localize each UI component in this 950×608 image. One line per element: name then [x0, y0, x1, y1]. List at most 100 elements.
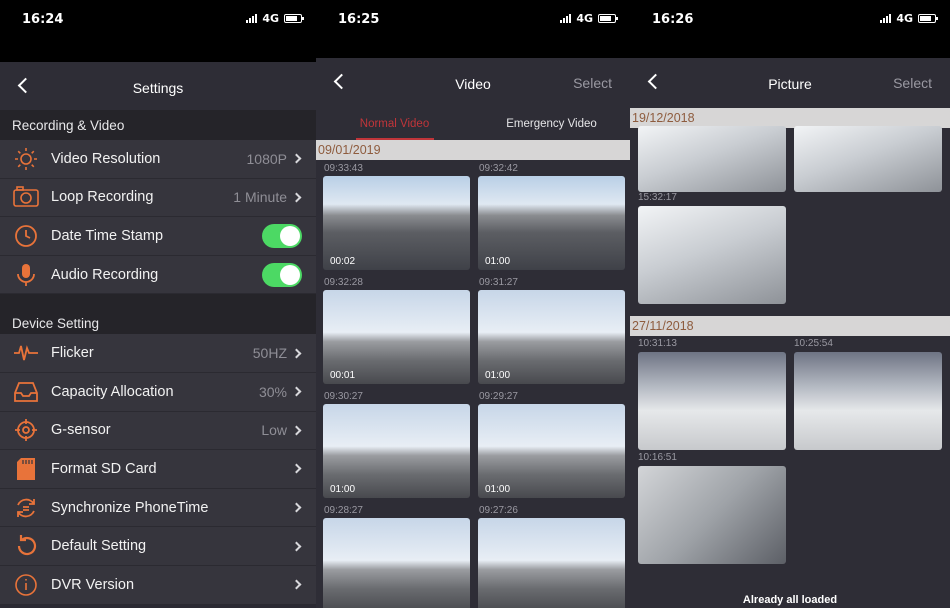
- video-thumbnail[interactable]: 01:00: [323, 404, 470, 498]
- video-thumbnail[interactable]: [323, 518, 470, 608]
- chevron-right-icon: [291, 425, 302, 436]
- setting-row[interactable]: Video Resolution 1080P: [0, 140, 316, 179]
- video-thumbnail[interactable]: 00:01: [323, 290, 470, 384]
- setting-label: Video Resolution: [51, 150, 161, 167]
- battery-icon: [284, 14, 304, 23]
- status-time: 16:25: [338, 12, 380, 27]
- status-bar: 16:24 4G: [0, 0, 316, 38]
- video-time: 09:33:43: [324, 163, 363, 174]
- select-button[interactable]: Select: [573, 75, 612, 91]
- chevron-right-icon: [291, 192, 302, 203]
- setting-value: 50HZ: [252, 345, 287, 362]
- nav-bar: Settings: [0, 62, 316, 110]
- video-duration: 01:00: [485, 256, 511, 267]
- date-header: 09/01/2019: [316, 140, 630, 160]
- setting-label: Default Setting: [51, 538, 147, 555]
- video-duration: 01:00: [485, 484, 511, 495]
- video-screen: 16:25 4G Video Select Normal Video Emerg…: [316, 0, 630, 608]
- network-label: 4G: [262, 12, 279, 25]
- status-bar: 16:26 4G: [630, 0, 950, 38]
- setting-value: 30%: [258, 383, 287, 400]
- video-thumbnail[interactable]: 01:00: [478, 290, 625, 384]
- setting-label: Synchronize PhoneTime: [51, 499, 209, 516]
- video-duration: 01:00: [330, 484, 356, 495]
- nav-bar: Picture Select: [630, 58, 950, 108]
- load-status: Already all loaded: [742, 594, 838, 606]
- tab-normal-video[interactable]: Normal Video: [316, 106, 473, 140]
- signal-icon: [880, 14, 892, 23]
- setting-label: Capacity Allocation: [51, 383, 174, 400]
- setting-label: DVR Version: [51, 576, 135, 593]
- video-thumbnail[interactable]: 01:00: [478, 404, 625, 498]
- brightness-icon: [13, 146, 39, 172]
- setting-row[interactable]: Flicker 50HZ: [0, 334, 316, 373]
- microphone-icon: [13, 262, 39, 288]
- waveform-icon: [13, 340, 39, 366]
- tray-icon: [13, 379, 39, 405]
- setting-label: Audio Recording: [51, 266, 159, 283]
- setting-toggle[interactable]: [262, 262, 302, 287]
- date-header: 19/12/2018: [630, 108, 950, 128]
- chevron-right-icon: [291, 541, 302, 552]
- picture-time: 10:16:51: [638, 452, 677, 463]
- nav-bar: Video Select: [316, 58, 630, 106]
- video-thumbnail[interactable]: 01:00: [478, 176, 625, 270]
- clock-icon: [13, 223, 39, 249]
- video-duration: 00:01: [330, 370, 356, 381]
- setting-row[interactable]: Capacity Allocation 30%: [0, 372, 316, 412]
- setting-toggle[interactable]: [262, 223, 302, 248]
- settings-screen: 16:24 4G Settings Recording & Video Video…: [0, 0, 316, 608]
- section-header: Recording & Video: [0, 110, 316, 140]
- picture-thumbnail[interactable]: [638, 352, 786, 450]
- video-thumbnail[interactable]: 00:02: [323, 176, 470, 270]
- chevron-right-icon: [291, 579, 302, 590]
- video-time: 09:30:27: [324, 391, 363, 402]
- picture-thumbnail[interactable]: [638, 126, 786, 192]
- picture-thumbnail[interactable]: [794, 126, 942, 192]
- battery-icon: [598, 14, 618, 23]
- video-time: 09:29:27: [479, 391, 518, 402]
- setting-row[interactable]: G-sensor Low: [0, 411, 316, 451]
- select-button[interactable]: Select: [893, 75, 932, 91]
- sync-icon: [13, 495, 39, 521]
- picture-thumbnail[interactable]: [638, 466, 786, 564]
- video-thumbnail[interactable]: [478, 518, 625, 608]
- crosshair-icon: [13, 417, 39, 443]
- chevron-right-icon: [291, 348, 302, 359]
- signal-icon: [246, 14, 258, 23]
- setting-value: 1080P: [246, 150, 287, 167]
- video-duration: 01:00: [485, 370, 511, 381]
- picture-thumbnail[interactable]: [794, 352, 942, 450]
- setting-label: G-sensor: [51, 422, 111, 439]
- reset-icon: [13, 533, 39, 559]
- page-title: Settings: [132, 80, 184, 96]
- setting-row[interactable]: Format SD Card: [0, 450, 316, 489]
- video-time: 09:32:28: [324, 277, 363, 288]
- setting-row[interactable]: DVR Version: [0, 565, 316, 605]
- setting-row[interactable]: Default Setting: [0, 527, 316, 566]
- setting-row[interactable]: Date Time Stamp: [0, 217, 316, 256]
- setting-label: Flicker: [51, 345, 94, 362]
- chevron-right-icon: [291, 502, 302, 513]
- setting-row[interactable]: Audio Recording: [0, 255, 316, 295]
- video-grid: 09:33:43 00:02 09:32:42 01:00 09:32:28 00:01 0…: [316, 160, 630, 608]
- picture-thumbnail[interactable]: [638, 206, 786, 304]
- setting-value: Low: [261, 422, 287, 439]
- setting-label: Format SD Card: [51, 460, 157, 477]
- chevron-right-icon: [291, 464, 302, 474]
- status-bar: 16:25 4G: [316, 0, 630, 38]
- network-label: 4G: [576, 12, 593, 25]
- picture-grid: 19/12/2018 15:32:17 27/11/2018 10:31:13 10:2…: [630, 108, 950, 608]
- setting-row[interactable]: Loop Recording 1 Minute: [0, 178, 316, 218]
- signal-icon: [560, 14, 572, 23]
- status-time: 16:24: [22, 12, 64, 27]
- video-tabs: Normal Video Emergency Video: [316, 106, 630, 140]
- info-icon: [13, 572, 39, 598]
- chevron-right-icon: [291, 386, 302, 397]
- picture-time: 10:31:13: [638, 338, 677, 349]
- tab-emergency-video[interactable]: Emergency Video: [473, 106, 630, 140]
- status-time: 16:26: [652, 12, 694, 27]
- tab-indicator: [356, 138, 434, 140]
- setting-label: Loop Recording: [51, 189, 154, 206]
- setting-row[interactable]: Synchronize PhoneTime: [0, 488, 316, 528]
